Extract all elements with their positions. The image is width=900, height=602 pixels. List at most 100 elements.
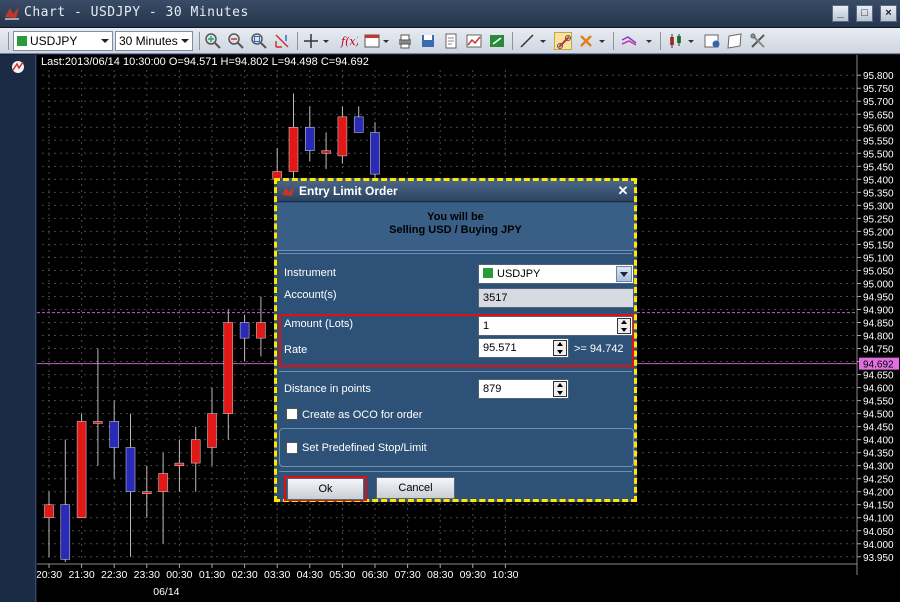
crosshair-icon[interactable]: [302, 32, 320, 50]
cancel-button[interactable]: Cancel: [376, 477, 455, 499]
chevron-down-icon: [181, 39, 189, 43]
price-tick-label: 93.950: [863, 553, 894, 564]
chevron-down-icon[interactable]: [323, 40, 329, 43]
time-tick-label: 22:30: [101, 569, 127, 581]
maximize-button[interactable]: □: [856, 5, 873, 22]
toolbar-separator: [297, 32, 298, 50]
toolbar-separator: [512, 32, 513, 50]
zoom-fit-icon[interactable]: [250, 32, 268, 50]
chart-toolbar: USDJPY 30 Minutes f(x): [0, 28, 900, 54]
price-tick-label: 94.000: [863, 540, 894, 551]
dialog-close-icon[interactable]: ✕: [615, 184, 631, 199]
candle-body: [305, 127, 315, 151]
price-tick-label: 94.850: [863, 319, 894, 330]
candle-body: [174, 462, 185, 466]
candle-body: [337, 116, 348, 157]
chevron-down-icon[interactable]: [599, 40, 605, 43]
oco-label: Create as OCO for order: [302, 409, 423, 421]
ok-button[interactable]: Ok: [287, 478, 364, 500]
time-tick-label: 07:30: [394, 569, 420, 581]
account-label: Account(s): [284, 289, 337, 301]
price-tick-label: 94.350: [863, 449, 894, 460]
distance-label: Distance in points: [284, 383, 371, 395]
instrument-select[interactable]: USDJPY: [13, 31, 113, 51]
delete-tool-icon[interactable]: [577, 32, 595, 50]
amount-label: Amount (Lots): [284, 318, 354, 330]
candle-body: [353, 116, 364, 133]
price-tick-label: 94.450: [863, 423, 894, 434]
line-tool-icon[interactable]: [518, 32, 536, 50]
candle-body: [93, 421, 103, 424]
price-tick-label: 95.450: [863, 162, 894, 173]
indicator-fx-icon[interactable]: f(x): [340, 32, 360, 50]
rate-value: 95.571: [483, 342, 517, 354]
time-tick-label: 20:30: [37, 569, 62, 581]
price-tick-label: 95.700: [863, 97, 894, 108]
print-icon[interactable]: [396, 32, 414, 50]
rate-stepper[interactable]: 95.571: [478, 338, 569, 358]
note-icon[interactable]: [726, 32, 744, 50]
instrument-dropdown[interactable]: USDJPY: [478, 264, 634, 284]
title-bar: Chart - USDJPY - 30 Minutes _ □ ×: [0, 0, 900, 28]
summary-line-2: Selling USD / Buying JPY: [389, 224, 522, 236]
dialog-title: Entry Limit Order: [299, 184, 398, 198]
calendar-icon[interactable]: [363, 32, 381, 50]
candlestick-icon[interactable]: [666, 32, 684, 50]
entry-limit-order-dialog: Entry Limit Order ✕ You will be Selling …: [274, 178, 637, 502]
app-logo-icon: [5, 7, 19, 20]
chevron-down-icon[interactable]: [540, 40, 546, 43]
save-icon[interactable]: [419, 32, 437, 50]
stoplimit-checkbox[interactable]: [286, 442, 298, 454]
settings-tools-icon[interactable]: [749, 32, 767, 50]
distance-spin-icon[interactable]: [553, 381, 567, 397]
rate-label: Rate: [284, 344, 308, 356]
zoom-out-icon[interactable]: [227, 32, 245, 50]
amount-stepper[interactable]: 1: [478, 316, 633, 336]
time-tick-label: 08:30: [427, 569, 453, 581]
close-button[interactable]: ×: [880, 5, 897, 22]
candle-body: [288, 127, 299, 172]
price-tick-label: 95.350: [863, 188, 894, 199]
candle-body: [44, 504, 54, 518]
chevron-down-icon[interactable]: [616, 266, 632, 282]
candle-body: [190, 439, 201, 464]
chevron-down-icon[interactable]: [646, 40, 652, 43]
candle-body: [142, 491, 152, 494]
price-tick-label: 95.750: [863, 84, 894, 95]
candle-body: [321, 150, 331, 154]
chevron-down-icon[interactable]: [688, 40, 694, 43]
svg-text:f(x): f(x): [340, 35, 358, 48]
distance-stepper[interactable]: 879: [478, 379, 569, 399]
price-tick-label: 95.050: [863, 266, 894, 277]
time-tick-label: 21:30: [68, 569, 94, 581]
chevron-down-icon[interactable]: [383, 40, 389, 43]
price-tick-label: 95.150: [863, 240, 894, 251]
oco-checkbox[interactable]: [286, 408, 298, 420]
price-tick-label: 94.550: [863, 397, 894, 408]
window-title: Chart - USDJPY - 30 Minutes: [24, 5, 249, 20]
price-tick-label: 94.650: [863, 371, 894, 382]
time-tick-label: 06:30: [362, 569, 388, 581]
instrument-label: Instrument: [284, 267, 336, 279]
toolbar-separator: [613, 32, 614, 50]
candle-body: [76, 421, 87, 518]
date-label: 06/14: [153, 586, 179, 598]
zoom-in-icon[interactable]: [204, 32, 222, 50]
export-icon[interactable]: [488, 32, 506, 50]
amount-spin-icon[interactable]: [617, 318, 631, 334]
price-tick-label: 94.250: [863, 475, 894, 486]
chart-image-icon[interactable]: [465, 32, 483, 50]
instrument-flag-icon: [17, 36, 27, 46]
properties-icon[interactable]: [703, 32, 721, 50]
minimize-button[interactable]: _: [832, 5, 849, 22]
order-summary: You will be Selling USD / Buying JPY: [277, 203, 634, 251]
link-tool-icon[interactable]: [554, 32, 572, 50]
template-icon[interactable]: [442, 32, 460, 50]
rate-spin-icon[interactable]: [553, 340, 567, 356]
timeframe-select[interactable]: 30 Minutes: [115, 31, 193, 51]
indicator-list-icon[interactable]: [10, 59, 26, 75]
multi-line-icon[interactable]: [620, 32, 638, 50]
rate-hint: >= 94.742: [574, 343, 624, 355]
scale-icon[interactable]: [273, 32, 291, 50]
timeframe-select-value: 30 Minutes: [119, 34, 178, 48]
